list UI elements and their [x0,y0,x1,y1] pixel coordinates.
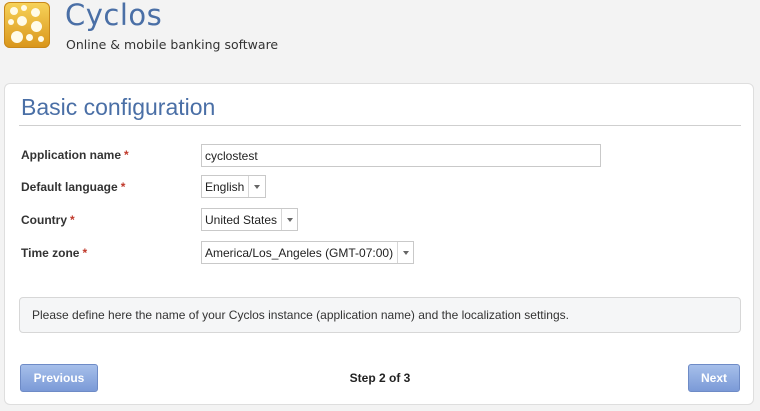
brand-name: Cyclos [65,0,163,32]
next-button[interactable]: Next [688,364,740,392]
country-select[interactable]: United States [201,208,298,231]
time-zone-label: Time zone * [21,246,88,260]
default-language-select[interactable]: English [201,175,266,198]
default-language-label: Default language * [21,180,126,194]
cyclos-logo-icon [4,2,50,48]
info-message: Please define here the name of your Cycl… [19,297,741,333]
country-label: Country * [21,213,75,227]
default-language-value: English [205,179,245,194]
page-title: Basic configuration [21,94,216,120]
previous-button[interactable]: Previous [20,364,98,392]
required-marker: * [82,246,88,260]
chevron-down-icon[interactable] [281,209,297,230]
brand-tagline: Online & mobile banking software [66,37,279,52]
time-zone-select[interactable]: America/Los_Angeles (GMT-07:00) [201,241,414,264]
time-zone-value: America/Los_Angeles (GMT-07:00) [205,245,394,260]
app-header: Cyclos Online & mobile banking software [0,0,760,60]
required-marker: * [120,180,126,194]
configuration-panel: Basic configuration Application name* De… [4,83,754,405]
title-divider [19,125,741,126]
info-message-text: Please define here the name of your Cycl… [32,308,569,322]
required-marker: * [70,213,75,227]
step-indicator: Step 2 of 3 [349,371,411,385]
country-value: United States [205,212,278,227]
required-marker: * [124,148,129,162]
application-name-input[interactable] [201,144,601,167]
chevron-down-icon[interactable] [248,176,265,197]
chevron-down-icon[interactable] [397,242,413,263]
application-name-label: Application name * [21,148,129,162]
